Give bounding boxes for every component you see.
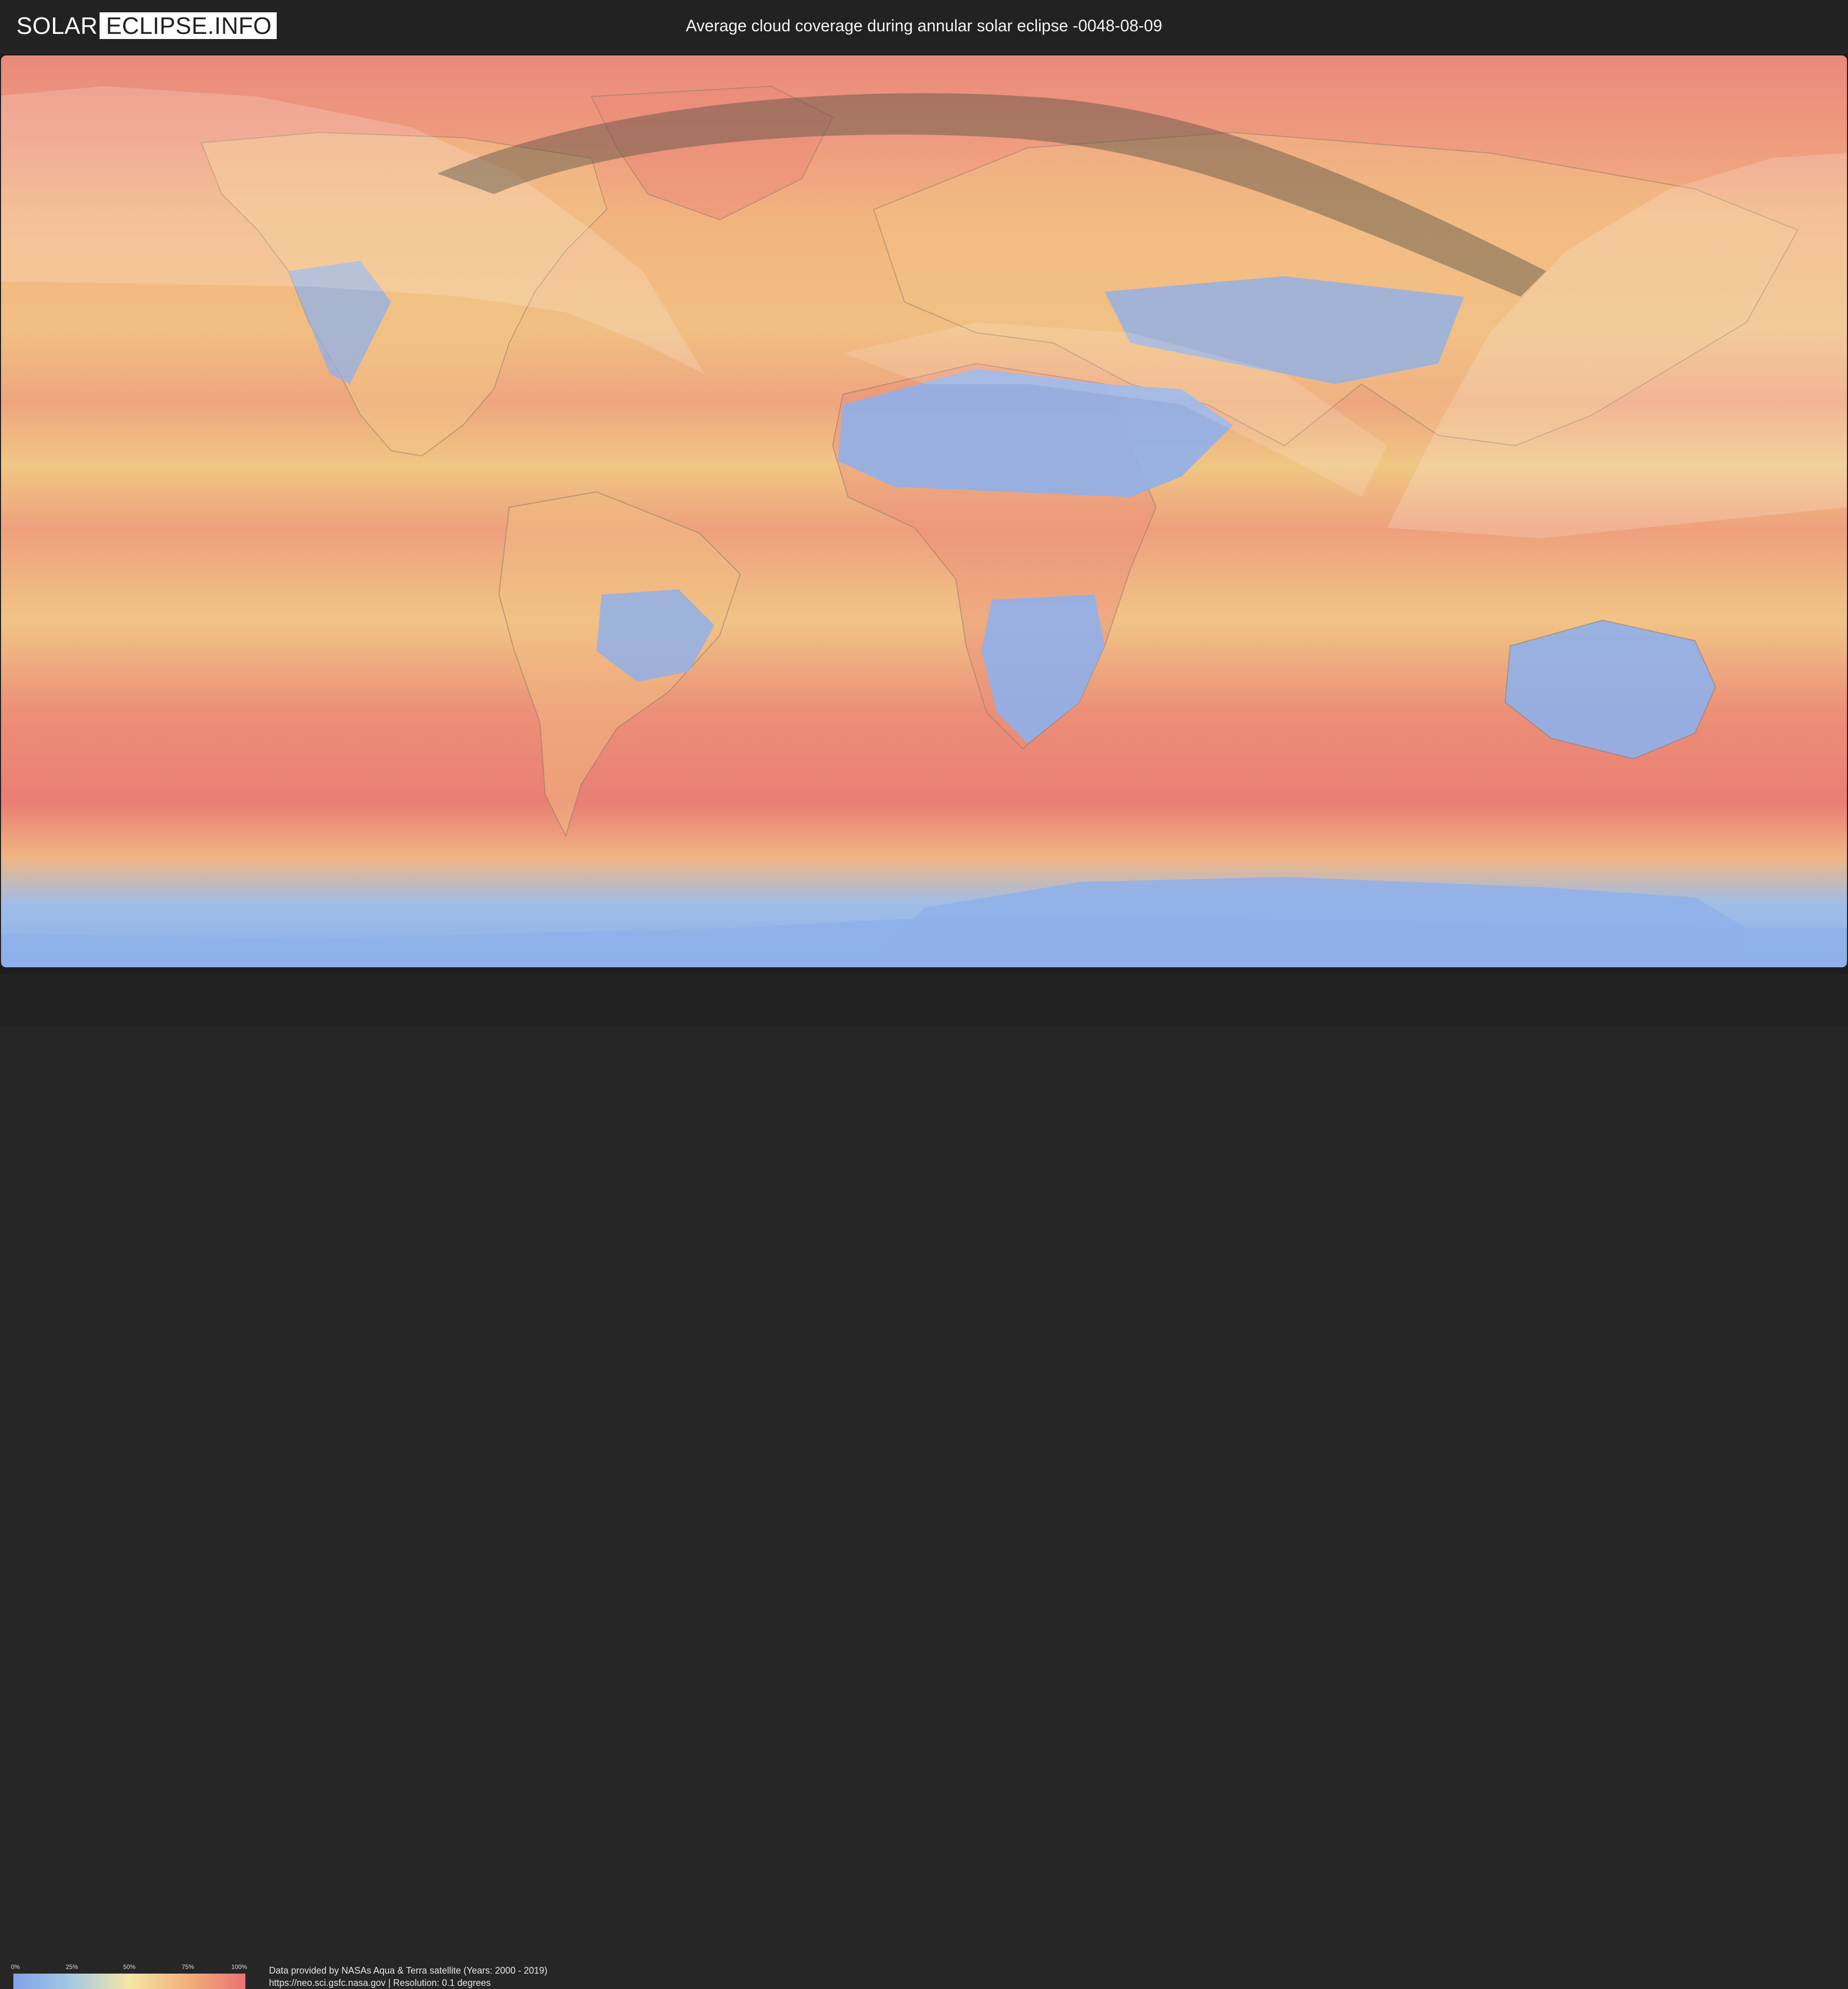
legend-tick-0: 0% [11, 1963, 20, 1971]
page-title: Average cloud coverage during annular so… [686, 16, 1162, 35]
data-source-url[interactable]: https://neo.sci.gsfc.nasa.gov | Resoluti… [269, 1978, 491, 1988]
footer-bar: 0% 25% 50% 75% 100% Data provided by NAS… [0, 976, 1848, 1989]
legend-tick-25: 25% [65, 1963, 79, 1971]
legend-tick-100: 100% [231, 1963, 247, 1971]
data-source-credit: Data provided by NASAs Aqua & Terra sate… [269, 1965, 548, 1976]
header-bar: SOLAR ECLIPSE.INFO Average cloud coverag… [0, 0, 1848, 50]
cloud-coverage-legend-bar [13, 1974, 245, 1989]
legend-tick-75: 75% [181, 1963, 195, 1971]
legend-tick-50: 50% [123, 1963, 136, 1971]
map-svg [1, 55, 1847, 967]
cloud-coverage-map[interactable] [1, 55, 1847, 967]
